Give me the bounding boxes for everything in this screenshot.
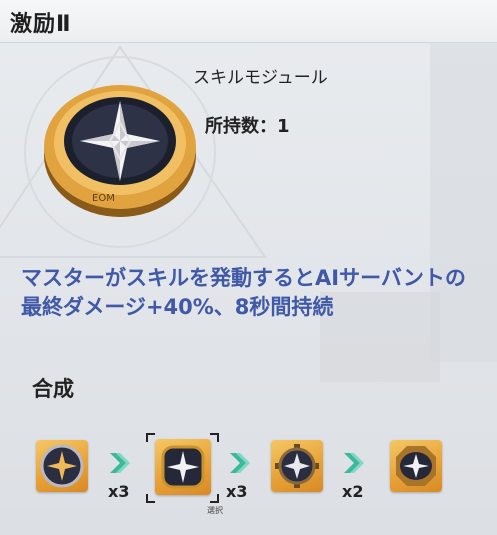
module-type-label: スキルモジュール: [193, 68, 328, 88]
synthesis-step-2[interactable]: [155, 439, 211, 495]
module-title: 激励Ⅱ: [10, 12, 72, 37]
gear-compass-module-icon: [275, 444, 319, 488]
star-compass-medallion-icon: EOM: [44, 85, 196, 217]
chevron-right-icon: [110, 453, 130, 473]
skill-description: マスターがスキルを発動するとAIサーバントの最終ダメージ+40%、8秒間持続: [21, 266, 466, 319]
selected-label: 選択: [207, 506, 223, 515]
square-compass-module-icon: [161, 445, 205, 489]
synthesis-title: 合成: [32, 377, 74, 401]
round-compass-module-icon: [40, 444, 84, 488]
synthesis-step-1[interactable]: [36, 440, 88, 492]
synthesis-step-3[interactable]: [271, 440, 323, 492]
chevron-right-icon: [230, 453, 250, 473]
chevron-right-icon: [344, 453, 364, 473]
step-2-multiplier: x3: [226, 482, 248, 501]
title-bar: 激励Ⅱ: [0, 0, 497, 43]
step-3-multiplier: x2: [342, 482, 364, 501]
svg-text:EOM: EOM: [92, 193, 115, 204]
owned-count: 所持数：1: [205, 116, 290, 137]
step-1-multiplier: x3: [108, 482, 130, 501]
octagon-compass-module-icon: [396, 446, 436, 486]
synthesis-step-4[interactable]: [390, 440, 442, 492]
